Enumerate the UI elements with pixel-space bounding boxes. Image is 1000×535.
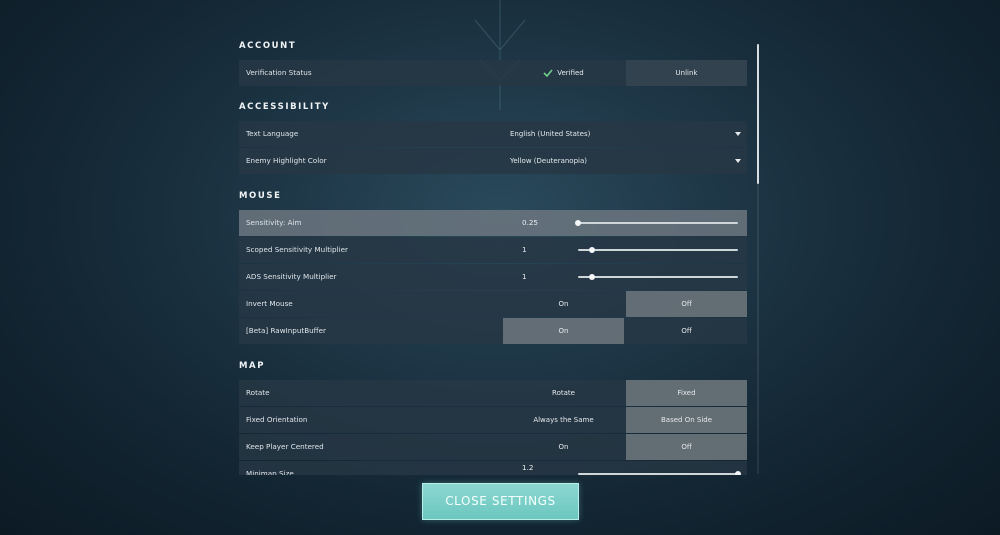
ads-sensitivity-label: ADS Sensitivity Multiplier <box>246 272 337 281</box>
background-emblem <box>474 0 526 110</box>
sensitivity-aim-label: Sensitivity: Aim <box>246 218 302 227</box>
text-language-row: Text Language English (United States) <box>239 121 747 147</box>
ads-sensitivity-slider[interactable] <box>578 274 738 280</box>
sensitivity-aim-row: Sensitivity: Aim 0.25 <box>239 210 747 236</box>
rotate-label: Rotate <box>246 388 270 397</box>
centered-off-option[interactable]: Off <box>626 434 747 460</box>
minimap-size-label: Minimap Size <box>246 469 294 475</box>
enemy-highlight-label: Enemy Highlight Color <box>246 156 327 165</box>
section-mouse-header: MOUSE <box>239 191 282 201</box>
invert-mouse-row: Invert Mouse On Off <box>239 291 747 317</box>
ads-sensitivity-value[interactable]: 1 <box>522 264 542 290</box>
text-language-label: Text Language <box>246 129 299 138</box>
verified-status: Verified <box>503 60 624 86</box>
raw-input-off-option[interactable]: Off <box>626 318 747 344</box>
minimap-size-value[interactable]: 1.2 <box>522 461 542 475</box>
slider-thumb[interactable] <box>575 220 581 226</box>
scoped-sensitivity-row: Scoped Sensitivity Multiplier 1 <box>239 237 747 263</box>
scrollbar-thumb[interactable] <box>757 44 759 184</box>
verification-status-label: Verification Status <box>246 68 312 77</box>
raw-input-buffer-label: [Beta] RawInputBuffer <box>246 326 327 335</box>
based-on-side-option[interactable]: Based On Side <box>626 407 747 433</box>
unlink-button[interactable]: Unlink <box>626 60 747 86</box>
invert-mouse-on-option[interactable]: On <box>503 291 624 317</box>
raw-input-on-option[interactable]: On <box>503 318 624 344</box>
section-accessibility-header: ACCESSIBILITY <box>239 102 330 112</box>
slider-thumb[interactable] <box>589 274 596 280</box>
invert-mouse-label: Invert Mouse <box>246 299 293 308</box>
scoped-sensitivity-label: Scoped Sensitivity Multiplier <box>246 245 348 254</box>
minimap-size-slider[interactable] <box>578 471 741 475</box>
centered-on-option[interactable]: On <box>503 434 624 460</box>
rotate-row: Rotate Rotate Fixed <box>239 380 747 406</box>
sensitivity-aim-slider[interactable] <box>575 220 738 226</box>
enemy-highlight-value: Yellow (Deuteranopia) <box>510 157 587 165</box>
invert-mouse-off-option[interactable]: Off <box>626 291 747 317</box>
keep-player-centered-label: Keep Player Centered <box>246 442 324 451</box>
caret-down-icon <box>735 132 741 136</box>
sensitivity-aim-value[interactable]: 0.25 <box>522 210 542 236</box>
ads-sensitivity-row: ADS Sensitivity Multiplier 1 <box>239 264 747 290</box>
rotate-option[interactable]: Rotate <box>503 380 624 406</box>
keep-player-centered-row: Keep Player Centered On Off <box>239 434 747 460</box>
section-account-header: ACCOUNT <box>239 41 297 51</box>
enemy-highlight-dropdown[interactable]: Yellow (Deuteranopia) <box>503 148 747 174</box>
close-settings-button[interactable]: CLOSE SETTINGS <box>422 483 579 520</box>
section-map-header: MAP <box>239 361 266 371</box>
verified-text: Verified <box>557 69 584 77</box>
raw-input-buffer-row: [Beta] RawInputBuffer On Off <box>239 318 747 344</box>
fixed-orientation-row: Fixed Orientation Always the Same Based … <box>239 407 747 433</box>
text-language-dropdown[interactable]: English (United States) <box>503 121 747 147</box>
scoped-sensitivity-value[interactable]: 1 <box>522 237 542 263</box>
enemy-highlight-row: Enemy Highlight Color Yellow (Deuteranop… <box>239 148 747 174</box>
always-same-option[interactable]: Always the Same <box>503 407 624 433</box>
caret-down-icon <box>735 159 741 163</box>
minimap-size-row: Minimap Size 1.2 <box>239 461 747 475</box>
check-icon <box>543 69 553 77</box>
fixed-orientation-label: Fixed Orientation <box>246 415 308 424</box>
verification-status-row: Verification Status Verified Unlink <box>239 60 747 86</box>
text-language-value: English (United States) <box>510 130 591 138</box>
slider-thumb[interactable] <box>589 247 596 253</box>
slider-thumb[interactable] <box>735 471 741 475</box>
scoped-sensitivity-slider[interactable] <box>578 247 738 253</box>
fixed-option[interactable]: Fixed <box>626 380 747 406</box>
